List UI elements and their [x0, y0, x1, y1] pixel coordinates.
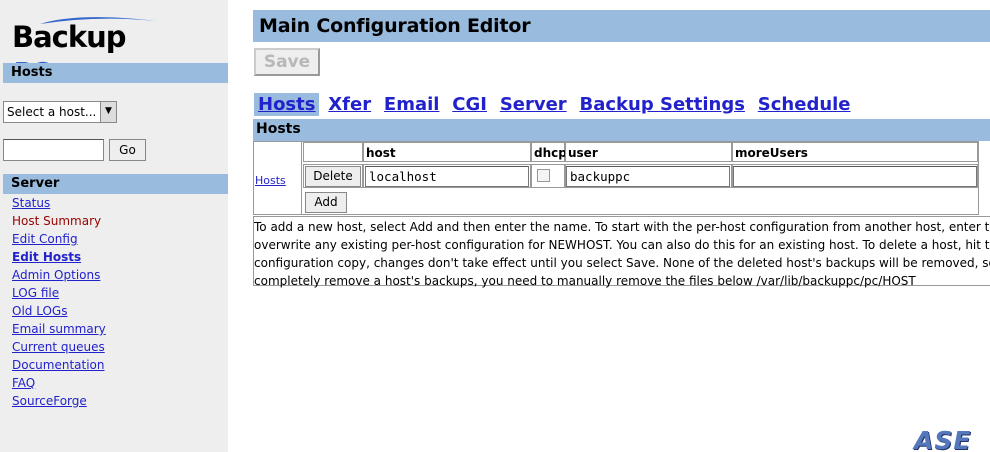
nav-old-logs-link[interactable]: Old LOGs: [12, 304, 106, 322]
help-line: overwrite any existing per-host configur…: [254, 238, 990, 252]
server-nav: Status Host Summary Edit Config Edit Hos…: [12, 196, 106, 412]
hosts-section-header: Hosts: [3, 63, 228, 83]
nav-edit-config-link[interactable]: Edit Config: [12, 232, 106, 250]
nav-host-summary-link[interactable]: Host Summary: [12, 214, 106, 232]
tab-email[interactable]: Email: [380, 93, 444, 116]
column-header-user: user: [565, 142, 732, 162]
tab-cgi[interactable]: CGI: [448, 93, 491, 116]
ase-watermark-logo: ASE: [914, 426, 972, 452]
dhcp-checkbox[interactable]: [537, 169, 550, 182]
host-field[interactable]: localhost: [365, 166, 529, 187]
nav-status-link[interactable]: Status: [12, 196, 106, 214]
host-select-dropdown[interactable]: Select a host... ▼: [3, 101, 117, 123]
tab-hosts[interactable]: Hosts: [254, 93, 320, 116]
help-line: To add a new host, select Add and then e…: [254, 220, 990, 234]
page-title: Main Configuration Editor: [253, 10, 990, 42]
tab-schedule[interactable]: Schedule: [754, 93, 855, 116]
help-line: configuration copy, changes don't take e…: [254, 256, 990, 270]
nav-current-queues-link[interactable]: Current queues: [12, 340, 106, 358]
backuppc-logo[interactable]: Backup PC: [10, 10, 160, 88]
nav-log-file-link[interactable]: LOG file: [12, 286, 106, 304]
nav-admin-options-link[interactable]: Admin Options: [12, 268, 106, 286]
help-line: completely remove a host's backups, you …: [254, 274, 916, 288]
tab-backup-settings[interactable]: Backup Settings: [576, 93, 749, 116]
nav-documentation-link[interactable]: Documentation: [12, 358, 106, 376]
host-search-input[interactable]: [3, 139, 104, 161]
help-text: To add a new host, select Add and then e…: [254, 218, 990, 290]
host-select-value: Select a host...: [7, 105, 97, 119]
save-button[interactable]: Save: [254, 48, 320, 76]
column-header-blank: [303, 142, 363, 162]
nav-edit-hosts-link[interactable]: Edit Hosts: [12, 250, 106, 268]
sidebar: Backup PC Hosts Select a host... ▼ Go Se…: [0, 0, 228, 452]
column-header-dhcp: dhcp: [531, 142, 567, 162]
nav-email-summary-link[interactable]: Email summary: [12, 322, 106, 340]
column-header-host: host: [363, 142, 531, 162]
chevron-down-icon[interactable]: ▼: [100, 102, 116, 122]
user-field[interactable]: backuppc: [566, 166, 730, 187]
server-section-header: Server: [3, 174, 228, 194]
add-host-button[interactable]: Add: [305, 192, 347, 213]
section-title: Hosts: [253, 119, 990, 141]
go-button[interactable]: Go: [109, 139, 146, 161]
hosts-doc-link[interactable]: Hosts: [255, 174, 286, 187]
delete-host-button[interactable]: Delete: [305, 166, 361, 187]
tab-server[interactable]: Server: [496, 93, 571, 116]
nav-sourceforge-link[interactable]: SourceForge: [12, 394, 106, 412]
nav-faq-link[interactable]: FAQ: [12, 376, 106, 394]
tab-xfer[interactable]: Xfer: [324, 93, 375, 116]
more-users-field[interactable]: [733, 166, 977, 187]
config-tabs: Hosts Xfer Email CGI Server Backup Setti…: [254, 93, 856, 118]
column-header-moreusers: moreUsers: [732, 142, 978, 162]
